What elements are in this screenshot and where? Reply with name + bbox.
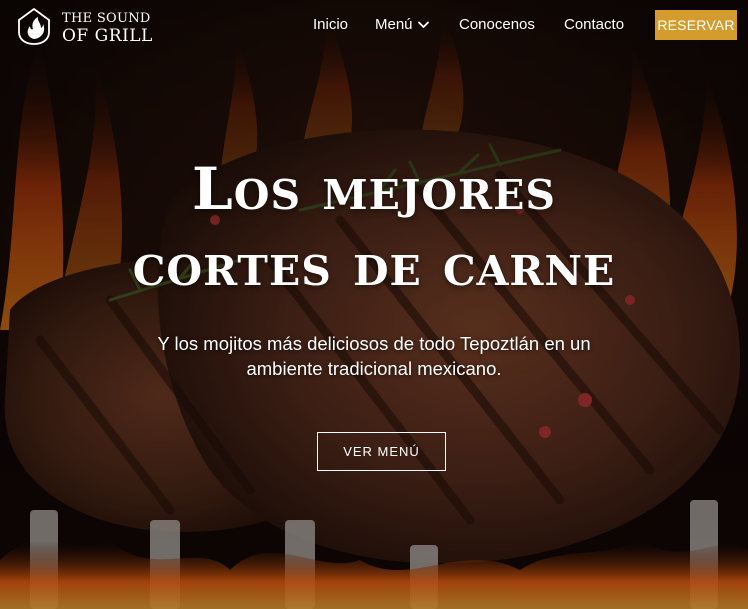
hero-subtitle-line1: Y los mojitos más deliciosos de todo Tep… (157, 333, 591, 354)
nav-item-menu[interactable]: Menú (375, 16, 429, 33)
nav-item-menu-label: Menú (375, 16, 413, 33)
main-nav: Inicio Menú Conocenos Contacto (0, 0, 748, 50)
nav-item-contacto[interactable]: Contacto (564, 16, 624, 33)
hero-background-image (0, 0, 748, 609)
hero-title-line2: cortes de carne (132, 231, 616, 299)
hero-title-line1: Los mejores (192, 155, 556, 223)
nav-item-inicio[interactable]: Inicio (313, 16, 348, 33)
view-menu-button[interactable]: VER MENÚ (317, 432, 446, 471)
reserve-button[interactable]: RESERVAR (655, 10, 737, 40)
hero-title: Los mejores cortes de carne (0, 151, 748, 303)
site-header: THE SOUND OF GRILL Inicio Menú Conocenos… (0, 0, 748, 50)
hero-subtitle-line2: ambiente tradicional mexicano. (246, 358, 502, 379)
hero-subtitle: Y los mojitos más deliciosos de todo Tep… (114, 331, 634, 381)
nav-item-conocenos[interactable]: Conocenos (459, 16, 535, 33)
chevron-down-icon (417, 21, 429, 28)
